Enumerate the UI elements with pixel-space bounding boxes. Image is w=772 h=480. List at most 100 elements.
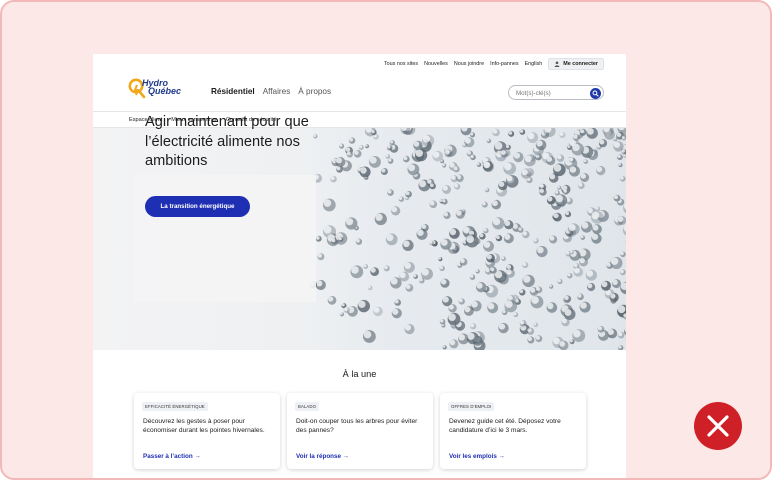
forest-texture xyxy=(433,151,440,158)
featured-card[interactable]: OFFRES D’EMPLOI Devenez guide cet été. D… xyxy=(440,393,586,469)
login-button[interactable]: Me connecter xyxy=(548,58,604,70)
forest-texture xyxy=(448,313,456,321)
forest-texture xyxy=(610,257,619,265)
forest-texture xyxy=(596,166,603,172)
forest-texture xyxy=(470,323,475,328)
forest-texture xyxy=(572,143,580,152)
forest-texture xyxy=(519,289,524,294)
forest-texture xyxy=(563,189,567,193)
forest-texture xyxy=(467,332,475,340)
card-link[interactable]: Voir les emplois → xyxy=(449,453,505,460)
forest-texture xyxy=(345,218,354,226)
forest-texture xyxy=(471,301,478,308)
utility-link-news[interactable]: Nouvelles xyxy=(424,61,448,67)
energy-transition-button[interactable]: La transition énergétique xyxy=(145,196,250,217)
forest-texture xyxy=(573,329,581,338)
forest-texture xyxy=(579,257,585,264)
forest-texture xyxy=(458,334,465,341)
forest-texture xyxy=(316,280,323,287)
utility-bar: Tous nos sites Nouvelles Nous joindre In… xyxy=(384,58,604,70)
forest-texture xyxy=(390,277,398,285)
forest-texture xyxy=(345,147,351,152)
hero-text-panel xyxy=(134,175,316,302)
utility-link-all-sites[interactable]: Tous nos sites xyxy=(384,61,418,67)
screenshot-frame: Tous nos sites Nouvelles Nous joindre In… xyxy=(0,0,772,480)
forest-texture xyxy=(368,285,371,289)
featured-card[interactable]: EFFICACITÉ ÉNERGÉTIQUE Découvrez les ges… xyxy=(134,393,280,469)
forest-texture xyxy=(330,176,335,181)
forest-texture xyxy=(539,188,544,193)
forest-texture xyxy=(443,212,449,217)
card-text: Doit-on couper tous les arbres pour évit… xyxy=(296,418,418,434)
web-page: Tous nos sites Nouvelles Nous joindre In… xyxy=(93,54,626,478)
forest-texture xyxy=(580,129,585,134)
forest-texture xyxy=(392,308,399,315)
utility-link-contact[interactable]: Nous joindre xyxy=(454,61,484,67)
forest-texture xyxy=(524,155,532,163)
card-link[interactable]: Passer à l’action → xyxy=(143,453,201,460)
forest-texture xyxy=(316,236,320,240)
forest-texture xyxy=(323,225,332,234)
forest-texture xyxy=(323,199,332,207)
forest-texture xyxy=(536,140,543,147)
nav-item-about[interactable]: À propos xyxy=(298,87,331,96)
forest-texture xyxy=(581,222,589,229)
forest-texture xyxy=(394,299,399,304)
forest-texture xyxy=(547,196,553,202)
forest-texture xyxy=(444,149,450,155)
forest-texture xyxy=(485,268,490,273)
forest-texture xyxy=(470,274,474,278)
forest-texture xyxy=(440,239,448,246)
search-box xyxy=(508,85,604,100)
utility-link-english[interactable]: English xyxy=(525,61,543,67)
forest-texture xyxy=(569,157,574,161)
forest-texture xyxy=(555,194,563,203)
utility-link-outages[interactable]: Info-pannes xyxy=(490,61,518,67)
forest-texture xyxy=(617,305,626,314)
forest-texture xyxy=(513,312,517,316)
forest-texture xyxy=(492,129,498,134)
forest-texture xyxy=(569,339,573,343)
forest-texture xyxy=(567,273,571,277)
featured-card[interactable]: BALADO Doit-on couper tous les arbres po… xyxy=(287,393,433,469)
forest-texture xyxy=(477,162,480,166)
forest-texture xyxy=(422,135,430,143)
forest-texture xyxy=(549,284,552,288)
forest-texture xyxy=(413,141,420,147)
forest-texture xyxy=(365,144,368,147)
forest-texture xyxy=(317,253,322,258)
hydro-quebec-logo[interactable]: Hydro Québec xyxy=(128,77,194,99)
forest-texture xyxy=(540,184,544,188)
forest-texture xyxy=(492,217,501,226)
forest-texture xyxy=(408,164,416,172)
forest-texture xyxy=(457,263,461,267)
forest-texture xyxy=(349,137,353,142)
forest-texture xyxy=(500,150,506,155)
forest-texture xyxy=(618,332,623,337)
nav-item-residential[interactable]: Résidentiel xyxy=(211,87,255,96)
card-link[interactable]: Voir la réponse → xyxy=(296,453,349,460)
forest-texture xyxy=(482,201,486,206)
header-divider xyxy=(93,111,626,112)
forest-texture xyxy=(371,129,375,134)
forest-texture xyxy=(508,131,513,135)
forest-texture xyxy=(429,183,434,187)
search-input[interactable] xyxy=(516,88,588,98)
forest-texture xyxy=(578,182,583,187)
forest-texture xyxy=(595,206,599,210)
forest-texture xyxy=(569,166,577,173)
forest-texture xyxy=(440,159,443,162)
forest-texture xyxy=(442,296,449,303)
forest-texture xyxy=(386,234,394,242)
forest-texture xyxy=(442,345,446,348)
search-button[interactable] xyxy=(590,87,601,99)
forest-texture xyxy=(533,322,537,326)
forest-texture xyxy=(448,304,454,310)
forest-texture xyxy=(359,145,362,149)
arrow-right-icon: → xyxy=(342,453,350,460)
forest-texture xyxy=(467,150,471,155)
nav-item-business[interactable]: Affaires xyxy=(263,87,291,96)
forest-texture xyxy=(449,228,457,236)
forest-texture xyxy=(485,188,488,191)
forest-texture xyxy=(487,303,495,310)
